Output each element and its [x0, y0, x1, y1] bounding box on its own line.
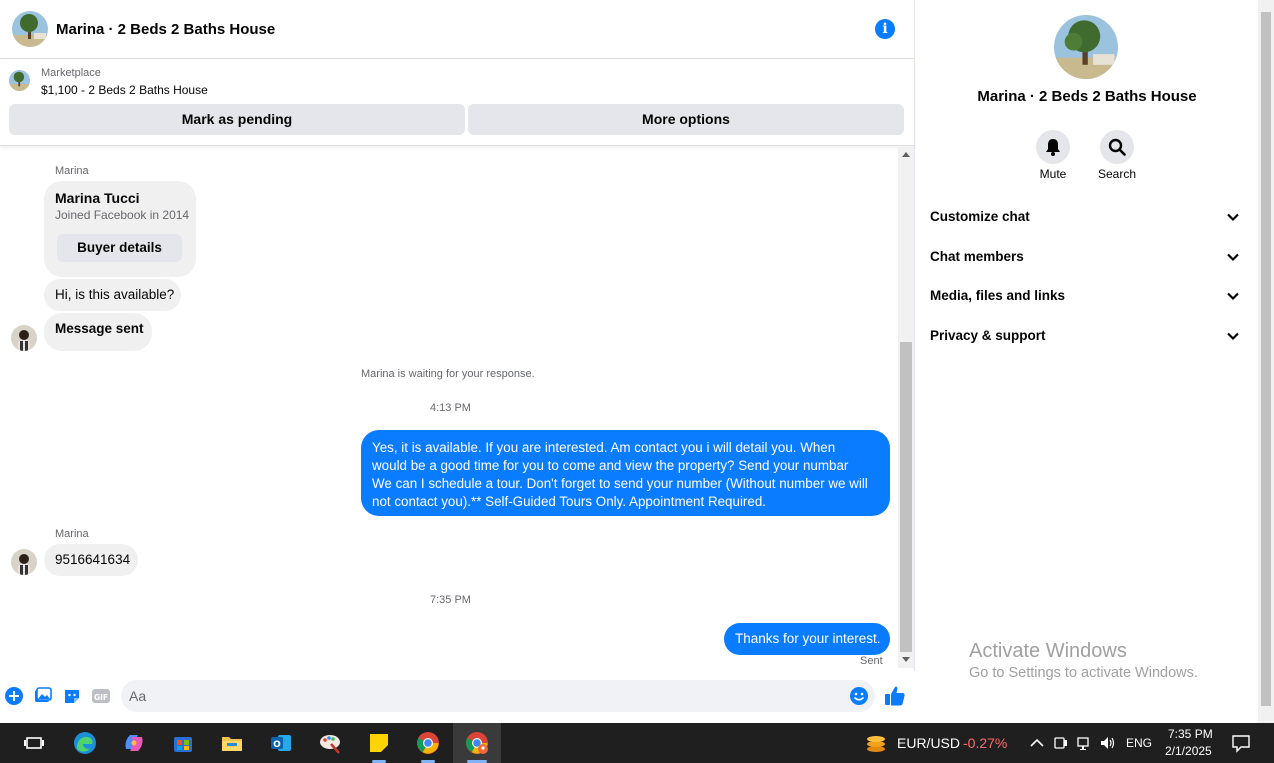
window-scroll-thumb[interactable]	[1261, 12, 1271, 706]
profile-avatar[interactable]	[1054, 15, 1118, 79]
meet-now-icon[interactable]	[1053, 735, 1069, 751]
buyer-joined: Joined Facebook in 2014	[55, 208, 190, 222]
message-sent-bubble: Message sent	[44, 313, 152, 351]
image-icon[interactable]	[34, 687, 52, 705]
svg-text:O: O	[273, 740, 281, 750]
edge-browser-icon[interactable]	[73, 731, 97, 755]
section-media-files-links[interactable]: Media, files and links	[916, 277, 1258, 317]
conversation-avatar[interactable]	[12, 11, 48, 47]
chrome-profile-icon	[466, 732, 488, 754]
listing-thumbnail[interactable]	[9, 70, 30, 91]
window-scrollbar[interactable]	[1258, 0, 1274, 723]
timestamp: 7:35 PM	[430, 594, 471, 606]
message-status: Sent	[860, 655, 883, 667]
message-list: Marina Marina Tucci Joined Facebook in 2…	[0, 147, 898, 670]
marketplace-label: Marketplace	[41, 67, 101, 79]
scroll-up-icon[interactable]	[902, 152, 910, 157]
chrome-icon[interactable]	[416, 731, 440, 755]
outlook-icon[interactable]: O	[269, 731, 293, 755]
chrome-profile-active[interactable]	[453, 723, 501, 763]
watermark-subtitle: Go to Settings to activate Windows.	[969, 665, 1198, 681]
forex-ticker[interactable]: EUR/USD	[897, 735, 960, 751]
screen: Marina · 2 Beds 2 Baths House i Marketpl…	[0, 0, 1274, 763]
chevron-down-icon	[1227, 292, 1239, 301]
marketplace-banner: Marketplace $1,100 - 2 Beds 2 Baths Hous…	[0, 60, 915, 146]
search-icon	[1108, 138, 1126, 156]
emoji-icon[interactable]	[850, 687, 868, 705]
forex-change: -0.27%	[963, 735, 1008, 751]
notifications-icon[interactable]	[1231, 733, 1251, 753]
search-button[interactable]	[1100, 130, 1134, 164]
buyer-name: Marina Tucci	[55, 190, 140, 206]
section-customize-chat[interactable]: Customize chat	[916, 198, 1258, 238]
forex-widget-icon[interactable]	[864, 731, 888, 755]
chevron-up-icon[interactable]	[1029, 735, 1045, 751]
section-label: Media, files and links	[930, 288, 1066, 303]
section-label: Customize chat	[930, 209, 1030, 224]
gif-icon[interactable]: GIF	[92, 687, 110, 705]
buyer-card: Marina Tucci Joined Facebook in 2014 Buy…	[44, 181, 196, 277]
scroll-thumb[interactable]	[900, 342, 912, 652]
sticky-notes-icon[interactable]	[367, 731, 391, 755]
composer: GIF	[0, 671, 915, 723]
sticker-icon[interactable]	[63, 687, 81, 705]
contact-avatar[interactable]	[11, 549, 37, 575]
store-icon[interactable]	[171, 731, 195, 755]
paint-app-icon[interactable]	[318, 731, 342, 755]
mark-as-pending-button[interactable]: Mark as pending	[9, 104, 465, 135]
mute-label: Mute	[1039, 167, 1067, 181]
buyer-details-button[interactable]: Buyer details	[57, 234, 182, 262]
outgoing-message: Thanks for your interest.	[724, 623, 890, 655]
bell-icon	[1046, 139, 1060, 156]
message-scrollbar[interactable]	[898, 147, 914, 668]
clock-date[interactable]: 2/1/2025	[1165, 744, 1212, 758]
watermark-title: Activate Windows	[969, 640, 1127, 662]
chevron-down-icon	[1227, 213, 1239, 222]
chat-pane: Marina · 2 Beds 2 Baths House i Marketpl…	[0, 0, 915, 723]
search-label: Search	[1097, 167, 1137, 181]
svg-text:GIF: GIF	[94, 693, 108, 702]
network-icon[interactable]	[1077, 735, 1093, 751]
profile-title: Marina · 2 Beds 2 Baths House	[977, 88, 1197, 105]
chat-title[interactable]: Marina · 2 Beds 2 Baths House	[56, 21, 275, 38]
chat-header: Marina · 2 Beds 2 Baths House i	[0, 0, 915, 59]
mute-button[interactable]	[1036, 130, 1070, 164]
volume-icon[interactable]	[1100, 735, 1116, 751]
outgoing-message: Yes, it is available. If you are interes…	[361, 430, 890, 516]
file-explorer-icon[interactable]	[220, 731, 244, 755]
task-view-icon[interactable]	[22, 731, 46, 755]
listing-title[interactable]: $1,100 - 2 Beds 2 Baths House	[41, 83, 208, 97]
section-label: Chat members	[930, 249, 1024, 264]
copilot-icon[interactable]	[122, 731, 146, 755]
contact-avatar[interactable]	[11, 325, 37, 351]
sender-name: Marina	[55, 528, 89, 540]
waiting-notice: Marina is waiting for your response.	[361, 368, 535, 380]
section-chat-members[interactable]: Chat members	[916, 238, 1258, 278]
thumbs-up-icon[interactable]	[884, 685, 906, 707]
activate-windows-watermark: Activate Windows Go to Settings to activ…	[969, 640, 1198, 681]
timestamp: 4:13 PM	[430, 402, 471, 414]
section-label: Privacy & support	[930, 328, 1046, 343]
info-pane: Marina · 2 Beds 2 Baths House Mute Searc…	[916, 0, 1258, 723]
message-input[interactable]	[129, 680, 829, 712]
plus-circle-icon[interactable]	[5, 687, 23, 705]
chevron-down-icon	[1227, 253, 1239, 262]
message-bubble: Hi, is this available?	[44, 279, 181, 311]
info-icon[interactable]: i	[875, 19, 895, 39]
sender-name: Marina	[55, 165, 89, 177]
chevron-down-icon	[1227, 332, 1239, 341]
clock-time[interactable]: 7:35 PM	[1168, 727, 1213, 741]
scroll-down-icon[interactable]	[902, 657, 910, 662]
message-input-box[interactable]	[121, 680, 875, 712]
phone-message-bubble: 9516641634	[44, 544, 138, 576]
more-options-button[interactable]: More options	[468, 104, 904, 135]
language-indicator[interactable]: ENG	[1126, 736, 1152, 750]
taskbar: O EUR/USD -0.27% ENG 7:35 PM 2/1/2025	[0, 723, 1274, 763]
section-privacy-support[interactable]: Privacy & support	[916, 317, 1258, 357]
